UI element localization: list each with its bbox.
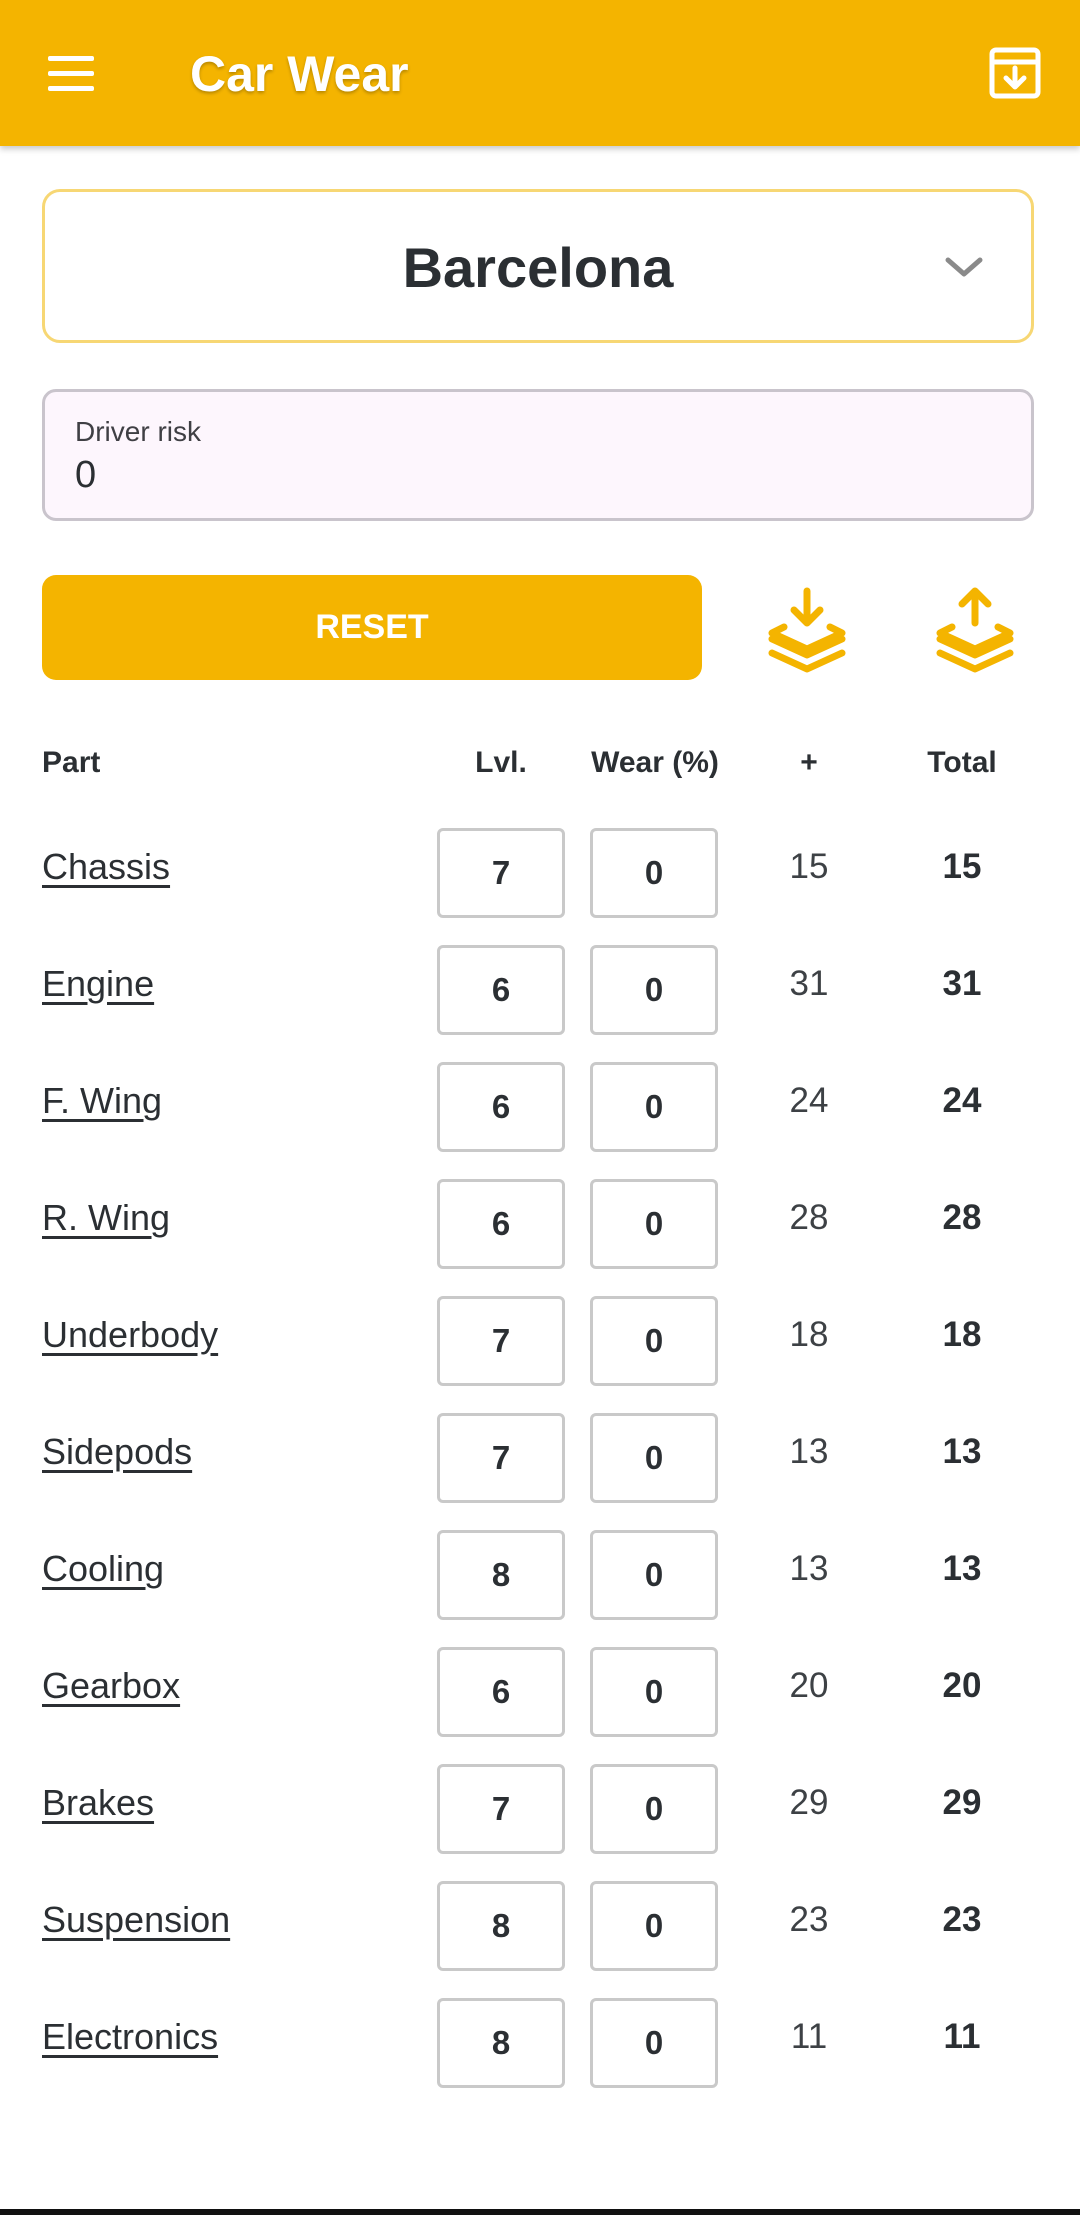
wear-input[interactable]: 0 — [590, 945, 718, 1035]
part-link[interactable]: Cooling — [42, 1548, 164, 1590]
plus-value: 11 — [790, 2017, 828, 2056]
total-value: 11 — [943, 2017, 981, 2056]
table-row: Electronics 8 0 11 11 — [0, 1978, 1080, 2095]
table-row: Suspension 8 0 23 23 — [0, 1861, 1080, 1978]
app-title: Car Wear — [190, 46, 409, 102]
chevron-down-icon[interactable] — [940, 254, 988, 282]
archive-download-icon[interactable] — [984, 42, 1046, 104]
plus-value: 13 — [789, 1432, 829, 1471]
plus-value: 31 — [789, 964, 829, 1003]
plus-value: 24 — [789, 1081, 829, 1120]
part-link[interactable]: Underbody — [42, 1314, 218, 1356]
total-value: 31 — [942, 964, 982, 1003]
driver-risk-input[interactable]: 0 — [75, 454, 96, 497]
plus-value: 13 — [789, 1549, 829, 1588]
hamburger-menu-icon[interactable] — [34, 42, 100, 104]
plus-value: 28 — [789, 1198, 829, 1237]
header-total: Total — [927, 746, 997, 779]
level-input[interactable]: 6 — [437, 1179, 565, 1269]
header-part: Part — [42, 746, 101, 779]
table-row: Chassis 7 0 15 15 — [0, 808, 1080, 925]
wear-input[interactable]: 0 — [590, 1530, 718, 1620]
plus-value: 15 — [789, 847, 829, 886]
plus-value: 23 — [789, 1900, 829, 1939]
driver-risk-label: Driver risk — [75, 416, 201, 447]
part-link[interactable]: Gearbox — [42, 1665, 180, 1707]
level-input[interactable]: 6 — [437, 1062, 565, 1152]
part-link[interactable]: Suspension — [42, 1899, 230, 1941]
part-link[interactable]: Chassis — [42, 846, 170, 888]
header-level: Lvl. — [475, 746, 527, 779]
level-input[interactable]: 6 — [437, 1647, 565, 1737]
layers-upload-icon[interactable] — [930, 585, 1020, 675]
total-value: 29 — [942, 1783, 982, 1822]
wear-input[interactable]: 0 — [590, 1881, 718, 1971]
total-value: 15 — [942, 847, 982, 886]
total-value: 18 — [942, 1315, 982, 1354]
level-input[interactable]: 7 — [437, 1413, 565, 1503]
part-link[interactable]: R. Wing — [42, 1197, 170, 1239]
table-row: Engine 6 0 31 31 — [0, 925, 1080, 1042]
part-link[interactable]: Engine — [42, 963, 154, 1005]
part-link[interactable]: Brakes — [42, 1782, 154, 1824]
wear-input[interactable]: 0 — [590, 1647, 718, 1737]
table-row: Brakes 7 0 29 29 — [0, 1744, 1080, 1861]
wear-input[interactable]: 0 — [590, 1413, 718, 1503]
wear-input[interactable]: 0 — [590, 828, 718, 918]
plus-value: 18 — [789, 1315, 829, 1354]
wear-input[interactable]: 0 — [590, 1296, 718, 1386]
header-wear: Wear (%) — [591, 746, 719, 779]
wear-input[interactable]: 0 — [590, 1998, 718, 2088]
total-value: 23 — [942, 1900, 982, 1939]
total-value: 13 — [942, 1432, 982, 1471]
plus-value: 20 — [789, 1666, 829, 1705]
level-input[interactable]: 8 — [437, 1881, 565, 1971]
level-input[interactable]: 7 — [437, 1764, 565, 1854]
part-link[interactable]: Electronics — [42, 2016, 218, 2058]
total-value: 24 — [942, 1081, 982, 1120]
table-row: Gearbox 6 0 20 20 — [0, 1627, 1080, 1744]
reset-button[interactable]: RESET — [42, 575, 702, 680]
table-row: Sidepods 7 0 13 13 — [0, 1393, 1080, 1510]
driver-risk-field[interactable]: Driver risk 0 — [42, 389, 1034, 521]
table-row: Underbody 7 0 18 18 — [0, 1276, 1080, 1393]
level-input[interactable]: 6 — [437, 945, 565, 1035]
part-link[interactable]: F. Wing — [42, 1080, 162, 1122]
wear-input[interactable]: 0 — [590, 1062, 718, 1152]
wear-input[interactable]: 0 — [590, 1179, 718, 1269]
wear-input[interactable]: 0 — [590, 1764, 718, 1854]
total-value: 20 — [942, 1666, 982, 1705]
total-value: 28 — [942, 1198, 982, 1237]
total-value: 13 — [942, 1549, 982, 1588]
app-bar: Car Wear — [0, 0, 1080, 146]
plus-value: 29 — [789, 1783, 829, 1822]
part-link[interactable]: Sidepods — [42, 1431, 192, 1473]
track-selected-value: Barcelona — [402, 236, 674, 299]
table-row: Cooling 8 0 13 13 — [0, 1510, 1080, 1627]
system-nav-bar — [0, 2209, 1080, 2215]
level-input[interactable]: 7 — [437, 828, 565, 918]
layers-download-icon[interactable] — [762, 585, 852, 675]
track-dropdown[interactable]: Barcelona — [42, 189, 1034, 343]
table-row: F. Wing 6 0 24 24 — [0, 1042, 1080, 1159]
header-plus: + — [800, 746, 818, 779]
level-input[interactable]: 7 — [437, 1296, 565, 1386]
level-input[interactable]: 8 — [437, 1998, 565, 2088]
table-row: R. Wing 6 0 28 28 — [0, 1159, 1080, 1276]
level-input[interactable]: 8 — [437, 1530, 565, 1620]
